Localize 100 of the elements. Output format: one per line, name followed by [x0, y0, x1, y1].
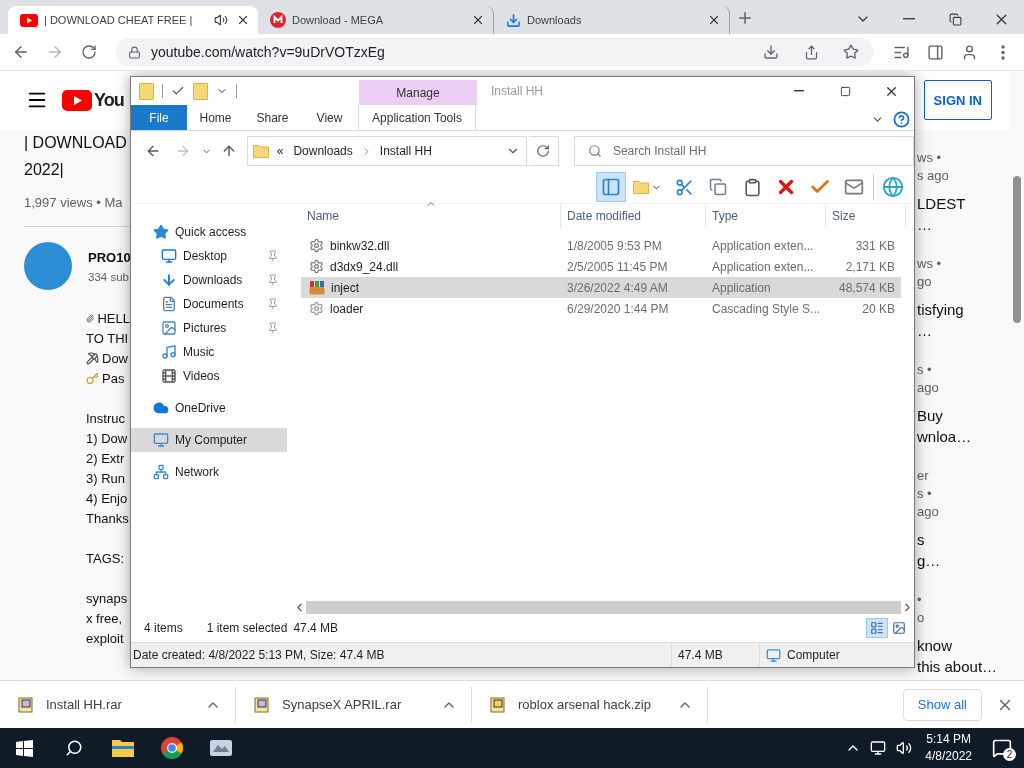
nav-item[interactable]: OneDrive: [131, 396, 287, 420]
file-row[interactable]: loader 6/29/2020 1:44 PM Cascading Style S... 20 KB: [301, 298, 901, 319]
nav-item[interactable]: Documents: [131, 292, 287, 316]
related-video-title[interactable]: wnloa…: [917, 426, 1010, 447]
nav-item[interactable]: Network: [131, 460, 287, 484]
details-list-icon: [870, 621, 884, 635]
description-text: 4) Enjo: [86, 490, 128, 506]
clock[interactable]: 5:14 PM 4/8/2022: [917, 731, 980, 765]
related-video-title[interactable]: tisfying: [917, 299, 1010, 320]
address-bar[interactable]: youtube.com/watch?v=9uDrVOTzxEg: [116, 38, 874, 66]
close-icon: [236, 13, 250, 27]
description-text: TO THI: [86, 330, 129, 346]
file-name: inject: [331, 280, 359, 295]
logo-text: You: [94, 89, 124, 111]
related-video-title[interactable]: this about…: [917, 656, 1010, 677]
related-video-title[interactable]: LDEST: [917, 193, 1010, 214]
nav-item[interactable]: Quick access: [131, 220, 287, 244]
search-icon: [64, 739, 83, 757]
scrollbar-thumb[interactable]: [306, 601, 901, 614]
show-all-button[interactable]: Show all: [902, 688, 982, 721]
sign-in-button[interactable]: SIGN IN: [923, 80, 992, 120]
lock-icon: [128, 45, 141, 59]
monitor-icon: [870, 740, 887, 756]
preview-pane-button[interactable]: [596, 172, 626, 202]
download-item[interactable]: roblox arsenal hack.zip: [472, 686, 708, 723]
related-video-title[interactable]: know: [917, 635, 1010, 656]
column-header[interactable]: Size: [826, 204, 906, 228]
size-text: 47.4 MB: [678, 648, 723, 662]
forward-arrow-icon: [46, 43, 64, 61]
globe-icon: [882, 176, 904, 198]
description-text: 2) Extr: [86, 450, 125, 466]
folder-icon: [252, 144, 269, 158]
related-video-title[interactable]: …: [917, 214, 1010, 235]
ribbon-tab[interactable]: File: [131, 105, 187, 130]
item-count: 4 items: [144, 621, 183, 635]
play-button-favicon-icon: [20, 13, 38, 27]
selection-count: 1 item selected: [206, 621, 288, 635]
nav-item[interactable]: Desktop: [131, 244, 287, 268]
m-circle-favicon-icon: [270, 12, 286, 28]
minimize-icon: [794, 90, 804, 92]
close-icon: [471, 13, 485, 27]
ribbon-tab[interactable]: Application Tools: [358, 105, 476, 130]
side-panel-icon: [926, 43, 944, 61]
speaker-icon[interactable]: [214, 13, 228, 27]
pane-icon: [601, 177, 621, 197]
paperclip-icon: [86, 311, 95, 325]
picture-icon: [892, 621, 906, 635]
file-row[interactable]: binkw32.dll 1/8/2005 9:53 PM Application exten... 331 KB: [301, 235, 901, 256]
scrollbar-thumb[interactable]: [1013, 176, 1021, 323]
description-text: Dow: [102, 350, 128, 366]
nav-item[interactable]: My Computer: [131, 428, 287, 452]
description-text: TAGS:: [86, 550, 125, 566]
breadcrumb-overflow-button[interactable]: «: [274, 144, 286, 158]
refresh-button[interactable]: [529, 136, 559, 166]
channel-avatar[interactable]: [24, 242, 72, 290]
video-meta: •: [917, 591, 923, 609]
nav-item[interactable]: Downloads: [131, 268, 287, 292]
notifications-button[interactable]: 2: [980, 728, 1024, 768]
breadcrumb-item[interactable]: Install HH: [377, 144, 434, 158]
breadcrumb-item[interactable]: Downloads: [291, 144, 355, 158]
play-logo-icon: [62, 89, 92, 111]
nav-item[interactable]: Pictures: [131, 316, 287, 340]
related-video-title[interactable]: s: [917, 529, 1010, 550]
channel-name[interactable]: PRO10: [88, 250, 131, 265]
related-video-title[interactable]: …: [917, 320, 1010, 341]
description-text: Thanks: [86, 510, 129, 526]
download-item[interactable]: Install HH.rar: [0, 686, 236, 723]
table-cell-text: Application exten...: [711, 259, 815, 274]
related-video-title[interactable]: g…: [917, 550, 1010, 571]
gear-file-icon: [309, 301, 324, 316]
column-header[interactable]: Name: [301, 204, 561, 228]
address-field[interactable]: « Downloads Install HH: [246, 136, 527, 166]
table-cell-text: 2/5/2005 11:45 PM: [566, 259, 669, 274]
download-item[interactable]: SynapseX APRIL.rar: [236, 686, 472, 723]
plus-icon: [736, 9, 754, 27]
check-icon[interactable]: [171, 84, 185, 98]
computer-icon: [153, 432, 169, 448]
column-header[interactable]: Type: [706, 204, 826, 228]
description-text: Pas: [102, 370, 125, 386]
table-cell-text: 2,171 KB: [844, 259, 896, 274]
help-icon: [892, 110, 910, 128]
key-icon: [86, 371, 99, 385]
search-field[interactable]: Search Install HH: [573, 136, 914, 166]
file-row[interactable]: d3dx9_24.dll 2/5/2005 11:45 PM Application exten... 2,171 KB: [301, 256, 901, 277]
column-header[interactable]: Date modified: [561, 204, 706, 228]
description-text: exploit: [86, 630, 124, 646]
related-video-title[interactable]: Buy: [917, 405, 1010, 426]
nav-item[interactable]: Music: [131, 340, 287, 364]
browser-logo-icon: [159, 736, 184, 760]
download-icon: [763, 44, 779, 60]
cloud-icon: [153, 400, 169, 416]
nav-item[interactable]: Videos: [131, 364, 287, 388]
table-cell-text: Cascading Style S...: [711, 301, 822, 316]
details-view-button[interactable]: [866, 618, 888, 638]
clipboard-icon: [742, 177, 762, 197]
file-name: d3dx9_24.dll: [330, 259, 399, 274]
four-pane-window-icon: [16, 739, 33, 757]
browser-tab[interactable]: | DOWNLOAD CHEAT FREE |: [8, 6, 258, 34]
file-row[interactable]: inject 3/26/2022 4:49 AM Application 48,574 KB: [301, 277, 901, 298]
document-icon: [161, 296, 177, 312]
